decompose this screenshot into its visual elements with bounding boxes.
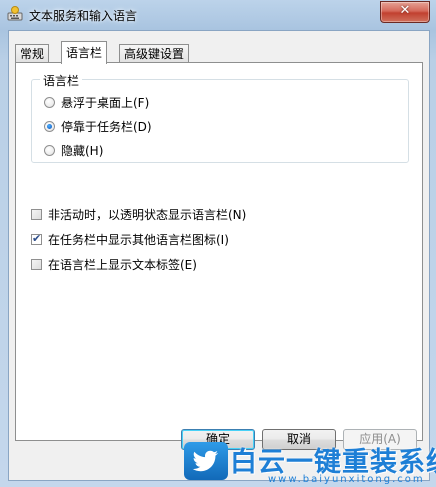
radio-label: 停靠于任务栏(D) (61, 119, 152, 134)
tab-advanced-key-settings[interactable]: 高级键设置 (119, 44, 190, 63)
watermark: 白云一键重装系统 www.baiyunxitong.com (184, 440, 436, 487)
checkbox-label: 在语言栏上显示文本标签(E) (48, 257, 197, 272)
checkbox-show-extra-icons[interactable]: ✔ 在任务栏中显示其他语言栏图标(I) (31, 231, 229, 247)
group-title: 语言栏 (40, 72, 83, 89)
radio-dock-in-taskbar[interactable]: 停靠于任务栏(D) (44, 118, 152, 134)
checkmark-icon: ✔ (32, 231, 42, 245)
checkbox-label: 非活动时，以透明状态显示语言栏(N) (48, 207, 247, 222)
close-icon: ✕ (399, 3, 411, 18)
title-bar[interactable]: 文本服务和输入语言 ✕ (0, 0, 436, 30)
keyboard-globe-icon (7, 6, 23, 21)
radio-label: 悬浮于桌面上(F) (61, 95, 150, 110)
window-title: 文本服务和输入语言 (29, 9, 138, 23)
tab-language-bar[interactable]: 语言栏 (61, 41, 108, 64)
close-button[interactable]: ✕ (380, 1, 430, 23)
radio-button-selected[interactable] (44, 120, 55, 132)
checkbox-label: 在任务栏中显示其他语言栏图标(I) (48, 232, 229, 247)
radio-hidden[interactable]: 隐藏(H) (44, 142, 103, 158)
checkbox-show-text-labels[interactable]: 在语言栏上显示文本标签(E) (31, 256, 197, 272)
dialog-client-area: 常规 语言栏 高级键设置 语言栏 悬浮于桌面上(F) 停靠于任务栏(D) 隐藏(… (8, 30, 430, 481)
checkbox-transparent-when-inactive[interactable]: 非活动时，以透明状态显示语言栏(N) (31, 206, 246, 222)
radio-label: 隐藏(H) (61, 143, 104, 158)
dialog-window: 文本服务和输入语言 ✕ 常规 语言栏 高级键设置 语言栏 悬浮于桌面上(F) 停… (0, 0, 436, 487)
checkbox[interactable] (31, 208, 42, 220)
tab-general[interactable]: 常规 (15, 44, 50, 63)
language-bar-group: 语言栏 悬浮于桌面上(F) 停靠于任务栏(D) 隐藏(H) (31, 72, 409, 163)
language-bar-panel: 语言栏 悬浮于桌面上(F) 停靠于任务栏(D) 隐藏(H) 非活动时，以透明状态… (15, 62, 423, 441)
checkbox-checked[interactable]: ✔ (31, 231, 42, 245)
watermark-url: www.baiyunxitong.com (268, 474, 425, 485)
radio-button[interactable] (44, 96, 55, 108)
checkbox[interactable] (31, 258, 42, 270)
radio-float-on-desktop[interactable]: 悬浮于桌面上(F) (44, 94, 149, 110)
radio-button[interactable] (44, 144, 55, 156)
twitter-bird-icon (184, 442, 228, 480)
